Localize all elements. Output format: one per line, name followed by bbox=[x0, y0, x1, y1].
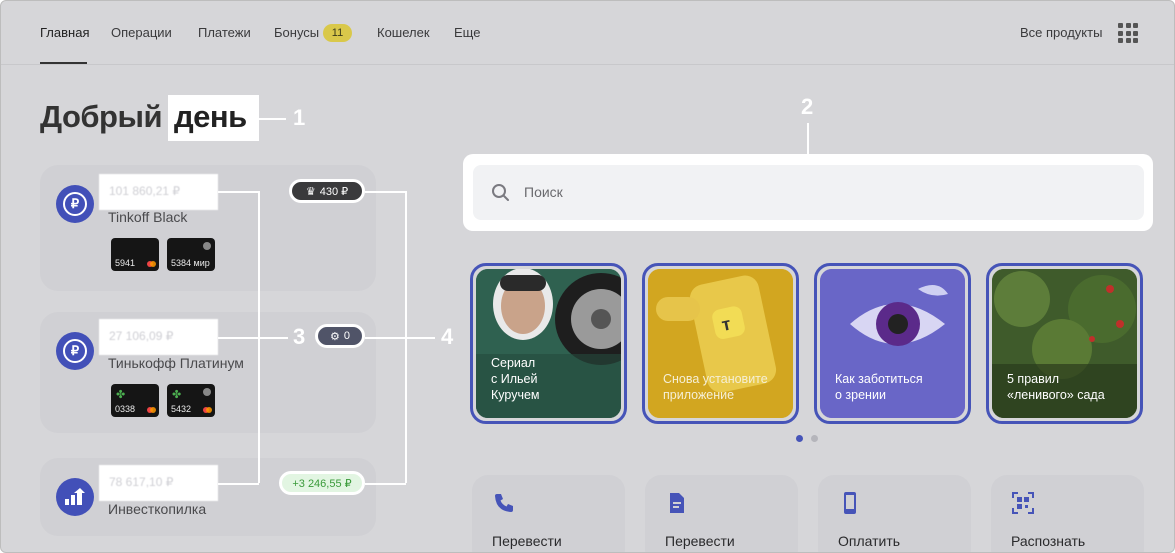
ruble-icon: ₽ bbox=[56, 332, 94, 370]
callout-line-4 bbox=[365, 483, 406, 485]
action-label: Перевести bbox=[665, 533, 735, 549]
credit-card-thumbnail[interactable]: ✤ 0338 bbox=[111, 384, 159, 417]
greeting-highlight: день bbox=[168, 95, 259, 141]
gear-icon: ⚙ bbox=[330, 330, 340, 343]
callout-line-3 bbox=[218, 191, 259, 193]
account-name: Инвесткопилка bbox=[108, 501, 207, 517]
search-icon bbox=[492, 184, 509, 201]
account-amount-hidden: 101 860,21 ₽ bbox=[99, 174, 218, 210]
account-amount-hidden: 78 617,10 ₽ bbox=[99, 465, 218, 501]
nav-payments[interactable]: Платежи bbox=[198, 25, 251, 40]
callout-2: 2 bbox=[801, 94, 814, 119]
action-label: Оплатить bbox=[838, 533, 901, 549]
apps-grid-icon[interactable] bbox=[1118, 23, 1138, 43]
search-input[interactable]: Поиск bbox=[473, 165, 1144, 220]
callout-4: 4 bbox=[441, 324, 454, 349]
mastercard-icon bbox=[147, 261, 156, 267]
greeting-title: Добрый bbox=[40, 99, 163, 134]
settings-badge[interactable]: ⚙ 0 bbox=[315, 324, 365, 348]
bonus-count-badge: 11 bbox=[323, 24, 352, 42]
callout-3: 3 bbox=[293, 324, 306, 349]
all-products-link[interactable]: Все продукты bbox=[1020, 25, 1102, 40]
top-nav: Главная Операции Платежи Бонусы 11 Кошел… bbox=[1, 1, 1174, 65]
story-caption: 5 правил «ленивого» сада bbox=[1007, 372, 1105, 402]
clover-icon: ✤ bbox=[172, 389, 182, 401]
pagination-dot[interactable] bbox=[811, 435, 818, 442]
app-window: Главная Операции Платежи Бонусы 11 Кошел… bbox=[0, 0, 1175, 553]
story-card-reinstall[interactable]: т Снова установите приложение bbox=[642, 263, 799, 424]
qr-scan-icon bbox=[1012, 492, 1034, 514]
clover-icon: ✤ bbox=[116, 389, 126, 401]
action-transfer-document[interactable]: Перевести bbox=[645, 475, 798, 552]
account-name: Tinkoff Black bbox=[108, 209, 188, 225]
investment-arrow-icon bbox=[56, 478, 94, 516]
callout-line-3 bbox=[218, 337, 288, 339]
action-pay-mobile[interactable]: Оплатить bbox=[818, 475, 971, 552]
callout-line-3 bbox=[218, 483, 259, 485]
story-caption: Снова установите приложение bbox=[663, 372, 768, 402]
callout-line-4 bbox=[365, 337, 435, 339]
callout-line-4 bbox=[365, 191, 406, 193]
action-label: Перевести bbox=[492, 533, 562, 549]
phone-icon bbox=[495, 494, 513, 512]
nav-operations[interactable]: Операции bbox=[111, 25, 172, 40]
nav-bonuses[interactable]: Бонусы bbox=[274, 25, 319, 40]
account-amount-hidden: 27 106,09 ₽ bbox=[99, 319, 218, 355]
story-caption: Как заботиться о зрении bbox=[835, 372, 923, 402]
story-card-eyes[interactable]: Как заботиться о зрении bbox=[814, 263, 971, 424]
nav-wallet[interactable]: Кошелек bbox=[377, 25, 430, 40]
story-card-series[interactable]: Сериал с Ильей Куручем bbox=[470, 263, 627, 424]
account-name: Тинькофф Платинум bbox=[108, 355, 244, 371]
crown-icon: ♛ bbox=[305, 185, 316, 198]
callout-line-1 bbox=[259, 118, 286, 120]
nav-more[interactable]: Еще bbox=[454, 25, 480, 40]
document-icon bbox=[670, 493, 684, 513]
card-chip-icon bbox=[203, 388, 211, 396]
pagination-dot-active[interactable] bbox=[796, 435, 803, 442]
active-tab-indicator bbox=[40, 62, 87, 64]
cashback-badge[interactable]: ♛ 430 ₽ bbox=[289, 179, 365, 203]
mobile-phone-icon bbox=[844, 492, 856, 514]
callout-line-2 bbox=[807, 123, 809, 154]
debit-card-thumbnail[interactable]: 5384 мир bbox=[167, 238, 215, 271]
debit-card-thumbnail[interactable]: 5941 bbox=[111, 238, 159, 271]
search-placeholder: Поиск bbox=[524, 184, 563, 200]
ruble-icon: ₽ bbox=[56, 185, 94, 223]
invest-profit-badge[interactable]: +3 246,55 ₽ bbox=[279, 471, 365, 495]
mastercard-icon bbox=[203, 407, 212, 413]
nav-home[interactable]: Главная bbox=[40, 25, 89, 40]
action-label: Распознать bbox=[1011, 533, 1086, 549]
callout-1: 1 bbox=[293, 105, 306, 130]
search-highlight: Поиск bbox=[463, 154, 1153, 231]
mastercard-icon bbox=[147, 407, 156, 413]
card-chip-icon bbox=[203, 242, 211, 250]
credit-card-thumbnail[interactable]: ✤ 5432 bbox=[167, 384, 215, 417]
action-scan-qr[interactable]: Распознать bbox=[991, 475, 1144, 552]
story-card-garden[interactable]: 5 правил «ленивого» сада bbox=[986, 263, 1143, 424]
story-caption: Сериал с Ильей Куручем bbox=[491, 356, 540, 402]
action-transfer-phone[interactable]: Перевести bbox=[472, 475, 625, 552]
